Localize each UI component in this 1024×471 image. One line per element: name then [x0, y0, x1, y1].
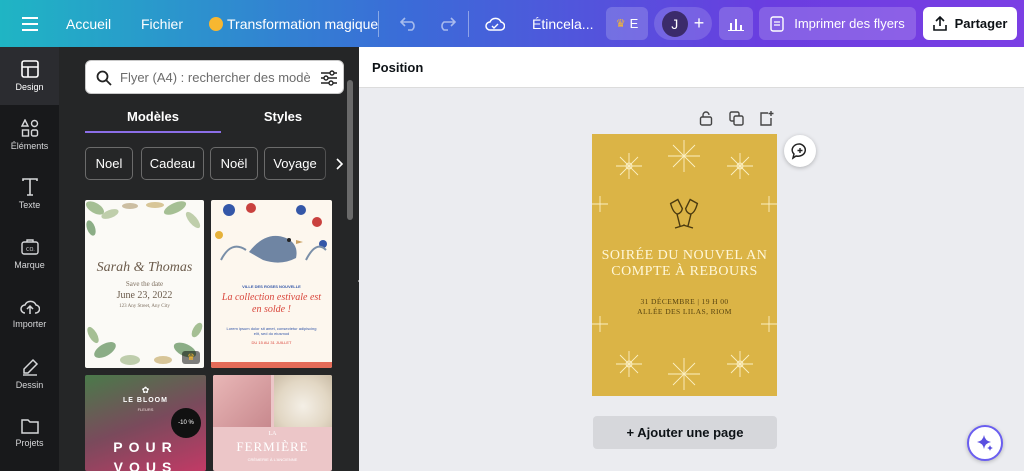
folder-icon	[20, 419, 39, 434]
template-sub: CRÈMERIE À L'ANCIENNE	[247, 457, 298, 462]
home-link[interactable]: Accueil	[66, 0, 111, 47]
chip-voyage[interactable]: Voyage	[264, 147, 326, 180]
template-couple-names: Sarah & Thomas	[96, 260, 193, 275]
flyer-info-line-1[interactable]: 31 DÉCEMBRE | 19 H 00	[592, 297, 777, 306]
template-big-text-2: VOUS	[113, 459, 178, 471]
cloud-sync-icon[interactable]	[485, 0, 505, 47]
tab-templates[interactable]: Modèles	[85, 109, 221, 133]
undo-icon[interactable]	[400, 0, 418, 47]
flyer-title-line-2[interactable]: COMPTE À REBOURS	[592, 264, 777, 280]
magic-switch-label: Transformation magique	[227, 15, 379, 32]
position-button[interactable]: Position	[372, 60, 423, 75]
flyer-page[interactable]: SOIRÉE DU NOUVEL AN COMPTE À REBOURS 31 …	[592, 134, 777, 396]
template-bottom-stripe	[211, 362, 332, 368]
search-icon	[96, 70, 112, 86]
flower-icon: ✿	[141, 385, 150, 395]
discount-badge: -10 %	[171, 408, 201, 438]
template-title: FERMIÈRE	[236, 439, 309, 454]
shapes-icon	[20, 119, 38, 137]
template-title: La collection estivale est en solde !	[221, 292, 322, 315]
template-body: Lorem ipsum dolor sit amet, consectetur …	[226, 326, 317, 336]
sidebar-item-upload[interactable]: Importer	[0, 285, 59, 343]
champagne-glasses-icon	[669, 198, 699, 229]
redo-icon[interactable]	[438, 0, 456, 47]
template-big-text-1: POUR	[113, 439, 178, 455]
top-bar: Accueil Fichier Transformation magique É…	[0, 0, 1024, 47]
sidebar-item-text[interactable]: Texte	[0, 165, 59, 223]
premium-crown-badge: ♛	[182, 351, 200, 364]
template-card-fermiere[interactable]: LA FERMIÈRE CRÈMERIE À L'ANCIENNE	[213, 375, 332, 471]
design-title[interactable]: Étincela...	[532, 0, 593, 47]
print-icon	[770, 15, 784, 32]
photo-tile	[213, 375, 271, 427]
chip-noel[interactable]: Noel	[85, 147, 133, 180]
template-header: VILLE DES ROSES NOUVELLE	[242, 284, 301, 289]
photo-tile	[274, 375, 332, 427]
crown-icon: ♛	[615, 18, 626, 30]
flyer-info-line-2[interactable]: ALLÉE DES LILAS, RIOM	[592, 307, 777, 316]
sidebar-item-projects[interactable]: Projets	[0, 404, 59, 462]
magic-assistant-button[interactable]	[967, 425, 1003, 461]
magic-switch-button[interactable]: Transformation magique	[209, 0, 378, 47]
search-input[interactable]: Flyer (A4) : rechercher des modèles	[85, 60, 344, 94]
svg-text:CO.: CO.	[26, 247, 35, 253]
sidebar-item-elements[interactable]: Éléments	[0, 106, 59, 164]
template-address: 123 Any Street, Any City	[119, 304, 170, 309]
bird-flowers-illustration	[215, 203, 327, 263]
template-card-le-bloom[interactable]: ✿ LE BLOOM FLEURS -10 % POUR VOUS	[85, 375, 206, 471]
template-brand: LE BLOOM	[123, 397, 168, 404]
template-prefix: LA	[268, 431, 277, 437]
print-flyers-button[interactable]: Imprimer des flyers	[759, 7, 916, 40]
menu-icon[interactable]	[22, 0, 38, 47]
analytics-icon[interactable]	[719, 7, 753, 40]
templates-panel: Flyer (A4) : rechercher des modèles Modè…	[59, 47, 359, 471]
filter-icon[interactable]	[320, 70, 338, 86]
divider	[468, 0, 469, 47]
crown-icon	[209, 16, 223, 31]
divider	[378, 0, 379, 47]
search-placeholder: Flyer (A4) : rechercher des modèles	[120, 70, 310, 85]
flyer-title-line-1[interactable]: SOIRÉE DU NOUVEL AN	[592, 248, 777, 264]
context-toolbar: Position	[359, 47, 1024, 88]
template-save-date: Save the date	[125, 280, 164, 288]
chevron-right-icon	[336, 157, 344, 170]
sidebar-item-draw[interactable]: Dessin	[0, 345, 59, 403]
sidebar: Design Éléments Texte CO. Marque Importe…	[0, 47, 59, 471]
sparkle-icon	[977, 435, 993, 451]
sidebar-item-design[interactable]: Design	[0, 47, 59, 105]
template-footer: DU 15 AU 31 JUILLET	[251, 340, 292, 345]
upgrade-button[interactable]: ♛ E	[606, 7, 648, 40]
lock-icon[interactable]	[699, 111, 713, 126]
chip-noel-accent[interactable]: Noël	[210, 147, 258, 180]
collaborators-group[interactable]: J +	[654, 7, 712, 40]
cloud-upload-icon	[19, 300, 40, 314]
pen-icon	[22, 358, 38, 376]
sidebar-item-brand[interactable]: CO. Marque	[0, 225, 59, 283]
text-icon	[21, 178, 38, 196]
comment-button[interactable]	[784, 135, 816, 167]
add-page-icon[interactable]	[759, 110, 774, 126]
template-card-wedding[interactable]: Sarah & Thomas Save the date June 23, 20…	[85, 200, 204, 368]
avatar[interactable]: J	[661, 10, 688, 37]
duplicate-icon[interactable]	[729, 111, 744, 126]
template-card-summer-sale[interactable]: VILLE DES ROSES NOUVELLE La collection e…	[211, 200, 332, 368]
template-date: June 23, 2022	[116, 290, 173, 301]
tab-styles[interactable]: Styles	[221, 109, 345, 133]
add-collaborator-icon[interactable]: +	[694, 13, 705, 34]
panel-scrollbar[interactable]	[347, 80, 353, 220]
chip-scroll-right[interactable]	[320, 147, 344, 180]
add-page-button[interactable]: + Ajouter une page	[593, 416, 777, 449]
active-tab-indicator	[85, 131, 221, 133]
layout-icon	[20, 60, 39, 78]
share-button[interactable]: Partager	[923, 7, 1017, 40]
file-menu[interactable]: Fichier	[141, 0, 183, 47]
chip-cadeau[interactable]: Cadeau	[141, 147, 204, 180]
upload-icon	[932, 16, 947, 31]
brand-icon: CO.	[20, 239, 39, 255]
comment-add-icon	[791, 143, 806, 160]
